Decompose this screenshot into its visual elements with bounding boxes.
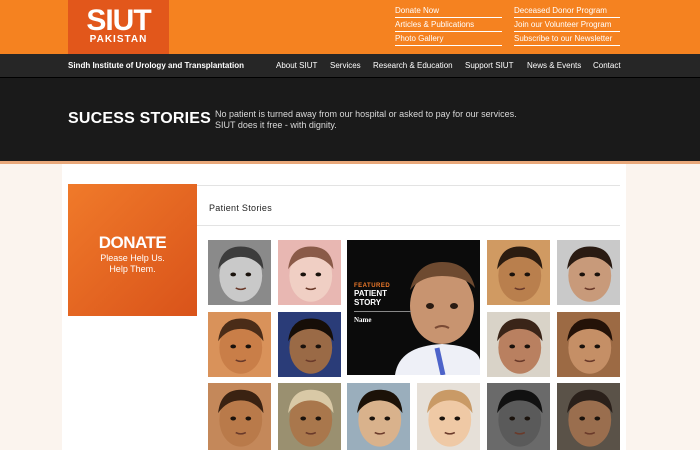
page-banner: SUCESS STORIES No patient is turned away… <box>0 78 700 164</box>
photo-gallery-link[interactable]: Photo Gallery <box>395 34 502 46</box>
photo-boy-bed-image <box>487 240 550 305</box>
photo-crying-baby[interactable] <box>278 240 341 305</box>
featured-name: Name <box>354 316 372 324</box>
donate-line1: Please Help Us. <box>100 253 165 263</box>
divider-top <box>197 185 620 186</box>
photo-child-sleeping[interactable] <box>557 240 620 305</box>
photo-boy-closeup-image <box>208 383 271 450</box>
nav-support-siut[interactable]: Support SIUT <box>465 61 513 70</box>
photo-boy-blue[interactable] <box>278 312 341 377</box>
photo-girl-closeup[interactable] <box>208 312 271 377</box>
banner-desc-line2: SIUT does it free - with dignity. <box>215 120 337 130</box>
photo-old-woman-image <box>557 383 620 450</box>
featured-line2: STORY <box>354 298 382 307</box>
articles-publications-link[interactable]: Articles & Publications <box>395 20 502 32</box>
photo-girl-bw-image <box>208 240 271 305</box>
donate-now-link[interactable]: Donate Now <box>395 6 502 18</box>
nav-news-events[interactable]: News & Events <box>527 61 581 70</box>
main-navbar: Sindh Institute of Urology and Transplan… <box>0 54 700 78</box>
photo-girl-laughing-bw[interactable] <box>487 383 550 450</box>
nav-services[interactable]: Services <box>330 61 361 70</box>
deceased-donor-program-link[interactable]: Deceased Donor Program <box>514 6 620 18</box>
photo-baby-smiling[interactable] <box>417 383 480 450</box>
photo-baby-bed-image <box>347 383 410 450</box>
banner-desc-line1: No patient is turned away from our hospi… <box>215 109 517 119</box>
photo-woman-smiling[interactable] <box>487 312 550 377</box>
page-title: SUCESS STORIES <box>68 110 211 127</box>
photo-crying-baby-image <box>278 240 341 305</box>
volunteer-program-link[interactable]: Join our Volunteer Program <box>514 20 620 32</box>
photo-baby-smiling-image <box>417 383 480 450</box>
featured-divider <box>354 311 411 312</box>
photo-woman-scarf[interactable] <box>278 383 341 450</box>
photo-boy-bed[interactable] <box>487 240 550 305</box>
donate-line2: Help Them. <box>109 264 156 274</box>
photo-child-heart-image <box>557 312 620 377</box>
photo-woman-scarf-image <box>278 383 341 450</box>
nav-research-education[interactable]: Research & Education <box>373 61 453 70</box>
institute-name: Sindh Institute of Urology and Transplan… <box>68 61 244 70</box>
section-title: Patient Stories <box>209 203 273 213</box>
photo-child-heart[interactable] <box>557 312 620 377</box>
photo-boy-closeup[interactable] <box>208 383 271 450</box>
featured-patient-story[interactable]: FEATURED PATIENT STORY Name <box>347 240 480 375</box>
photo-baby-bed[interactable] <box>347 383 410 450</box>
donate-title: DONATE <box>98 233 167 252</box>
banner-description: No patient is turned away from our hospi… <box>215 109 517 131</box>
divider-bottom <box>197 225 620 226</box>
featured-text: FEATURED PATIENT STORY Name <box>354 283 411 324</box>
nav-about-siut[interactable]: About SIUT <box>276 61 317 70</box>
nav-contact[interactable]: Contact <box>593 61 621 70</box>
logo-main: SIUT <box>86 4 151 37</box>
photo-girl-bw[interactable] <box>208 240 271 305</box>
photo-boy-blue-image <box>278 312 341 377</box>
photo-child-sleeping-image <box>557 240 620 305</box>
featured-line1: PATIENT <box>354 289 388 298</box>
logo-sub: PAKISTAN <box>89 34 148 45</box>
photo-girl-closeup-image <box>208 312 271 377</box>
newsletter-link[interactable]: Subscribe to our Newsletter <box>514 34 620 46</box>
photo-woman-smiling-image <box>487 312 550 377</box>
siut-logo[interactable]: SIUT PAKISTAN <box>68 0 169 54</box>
photo-old-woman[interactable] <box>557 383 620 450</box>
donate-button[interactable]: DONATE Please Help Us. Help Them. <box>68 184 197 316</box>
photo-girl-laughing-bw-image <box>487 383 550 450</box>
